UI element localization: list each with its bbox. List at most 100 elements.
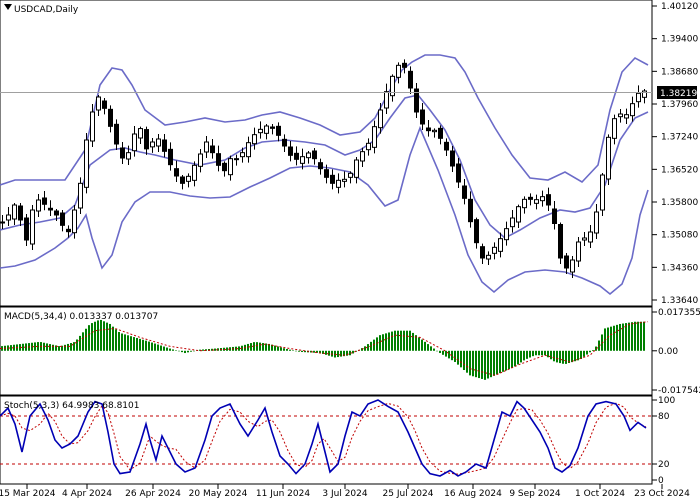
bear-candle-body — [324, 169, 329, 178]
bull-candle-body — [258, 128, 263, 134]
bear-candle-body — [222, 162, 227, 172]
macd-bar — [559, 350, 561, 364]
bear-candle-body — [60, 212, 65, 226]
macd-bar — [22, 343, 24, 351]
macd-bar — [508, 350, 510, 370]
macd-bar — [163, 346, 165, 351]
bull-candle-body — [492, 246, 497, 254]
bear-candle-body — [282, 138, 287, 147]
macd-bar — [592, 350, 594, 351]
bull-candle-body — [348, 172, 353, 178]
macd-bar — [466, 350, 468, 373]
bull-candle-body — [372, 126, 377, 148]
bull-candle-body — [84, 139, 89, 188]
macd-bar — [298, 350, 300, 352]
macd-bar — [97, 320, 99, 351]
macd-bar — [475, 350, 477, 378]
time-axis-label: 1 Oct 2024 — [575, 489, 625, 499]
macd-bar — [391, 331, 393, 351]
macd-bar — [313, 350, 315, 353]
price-axis-label: 1.35080 — [661, 231, 698, 241]
macd-bar — [157, 344, 159, 351]
bull-candle-body — [396, 64, 401, 78]
bull-candle-body — [594, 211, 599, 234]
bear-candle-body — [546, 194, 551, 206]
bull-candle-body — [138, 128, 143, 139]
bear-candle-body — [114, 123, 119, 145]
bull-candle-body — [156, 138, 161, 147]
macd-bar — [403, 330, 405, 351]
macd-bar — [550, 350, 552, 360]
bear-candle-body — [474, 219, 479, 244]
macd-bar — [442, 350, 444, 355]
macd-bar — [127, 335, 129, 351]
macd-bar — [103, 321, 105, 351]
macd-axis-label: 0.017355 — [658, 308, 700, 318]
macd-axis-label: -0.017542 — [658, 386, 700, 396]
macd-bar — [628, 322, 630, 351]
macd-bar — [376, 337, 378, 351]
bear-candle-body — [426, 127, 431, 132]
macd-bar — [67, 343, 69, 351]
bear-candle-body — [480, 246, 485, 259]
bull-candle-body — [126, 152, 131, 160]
macd-bar — [64, 344, 66, 351]
macd-bar — [421, 339, 423, 351]
macd-bar — [520, 350, 522, 363]
macd-bar — [469, 350, 471, 376]
macd-bar — [418, 337, 420, 351]
macd-bar — [529, 350, 531, 358]
macd-bar — [328, 350, 330, 356]
bull-candle-body — [498, 238, 503, 252]
bull-candle-body — [360, 151, 365, 162]
macd-bar — [526, 350, 528, 359]
price-axis-label: 1.36520 — [661, 165, 698, 175]
bear-candle-body — [564, 255, 569, 269]
macd-bar — [181, 350, 183, 353]
time-axis-label: 20 May 2024 — [189, 489, 248, 499]
trading-chart[interactable]: 1.40120 1.39400 1.38680 1.37960 1.37240 1.365… — [0, 0, 700, 500]
macd-bar — [70, 343, 72, 351]
macd-bar — [337, 350, 339, 358]
macd-title: MACD(5,34,4) 0.013337 0.013707 — [4, 312, 158, 322]
macd-bar — [523, 350, 525, 361]
macd-bar — [562, 350, 564, 364]
macd-bar — [487, 350, 489, 379]
macd-bar — [547, 350, 549, 358]
macd-bar — [340, 350, 342, 357]
macd-bar — [541, 350, 543, 356]
bull-candle-body — [378, 109, 383, 129]
macd-bar — [91, 323, 93, 351]
bull-candle-body — [432, 129, 437, 133]
macd-bar — [625, 323, 627, 351]
macd-bar — [460, 350, 462, 368]
macd-bar — [154, 343, 156, 351]
macd-bar — [511, 350, 513, 368]
macd-bar — [430, 346, 432, 351]
bull-candle-body — [90, 111, 95, 142]
macd-bar — [589, 350, 591, 353]
macd-bar — [400, 330, 402, 351]
macd-bar — [142, 339, 144, 351]
macd-bar — [49, 344, 51, 351]
bull-candle-body — [516, 206, 521, 223]
macd-bar — [556, 350, 558, 363]
macd-bar — [166, 347, 168, 351]
macd-bar — [517, 350, 519, 365]
bear-candle-body — [552, 208, 557, 224]
price-axis-label: 1.40120 — [661, 2, 698, 12]
macd-bar — [394, 330, 396, 351]
macd-bar — [100, 319, 102, 351]
symbol-title: USDCAD,Daily — [14, 5, 79, 15]
macd-bar — [496, 350, 498, 375]
macd-bar — [151, 342, 153, 351]
macd-bar — [481, 350, 483, 379]
time-axis-label: 26 Apr 2024 — [125, 489, 181, 499]
time-axis-label: 25 Jul 2024 — [383, 489, 434, 499]
bull-candle-body — [600, 174, 605, 211]
bear-candle-body — [438, 127, 443, 139]
macd-bar — [493, 350, 495, 376]
macd-bar — [190, 350, 192, 352]
price-axis-label: 1.37960 — [661, 100, 698, 110]
macd-bar — [187, 350, 189, 353]
